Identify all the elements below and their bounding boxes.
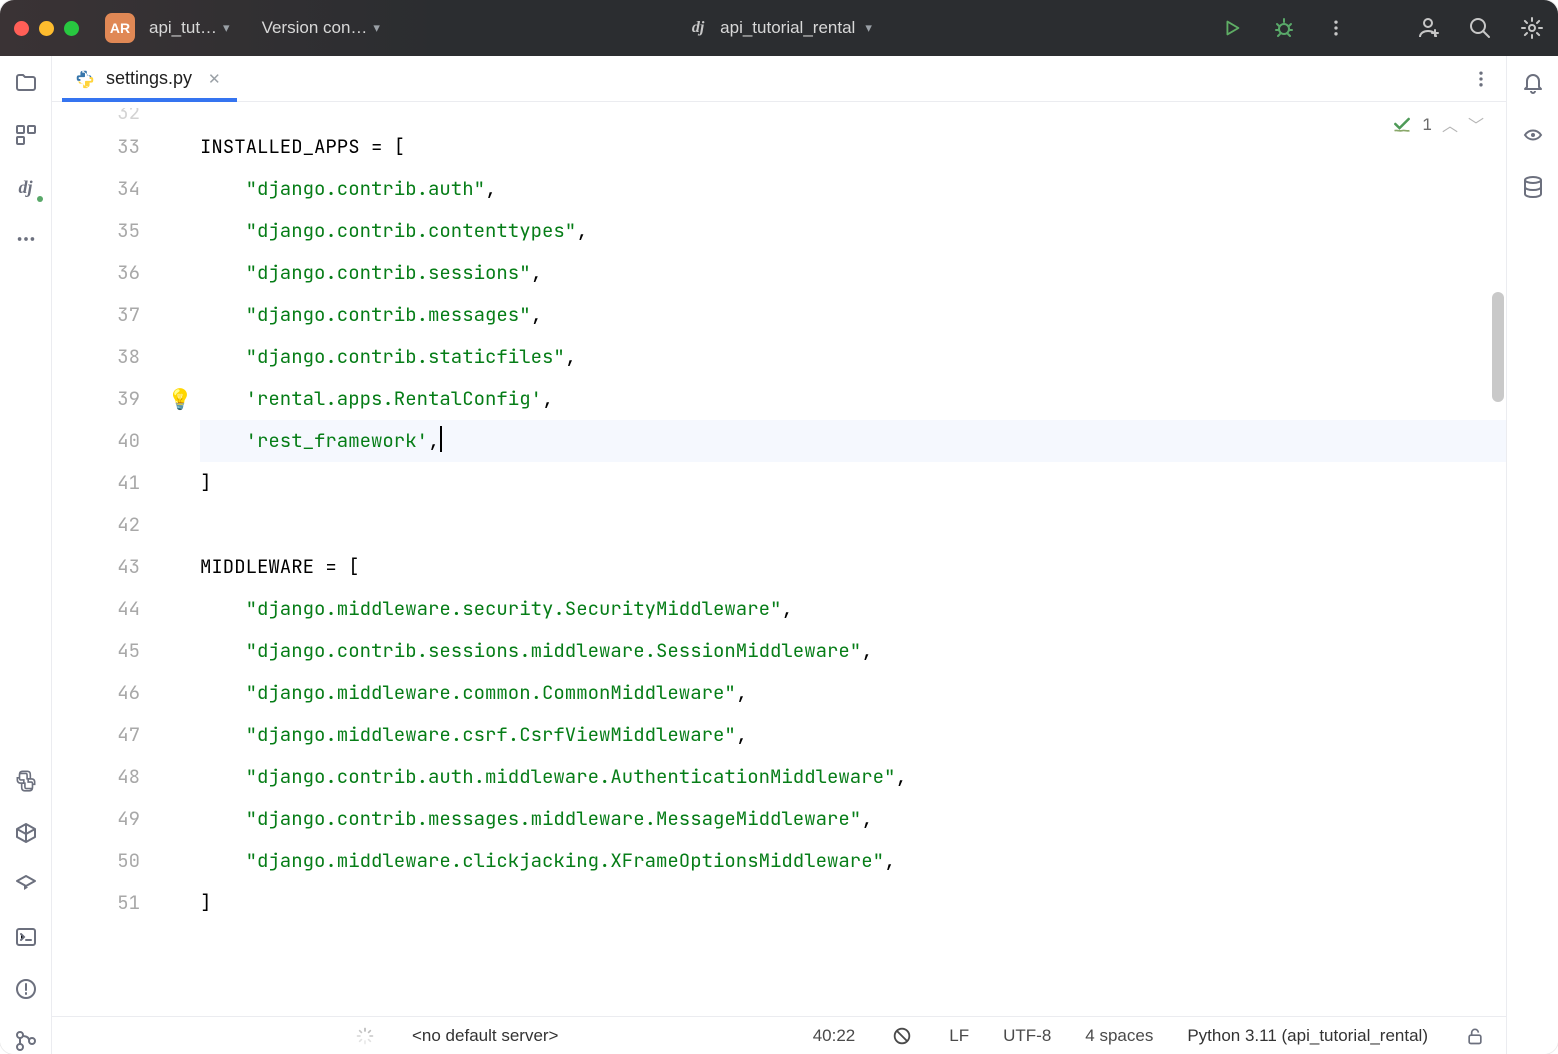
inspections-count: 1 xyxy=(1422,114,1432,135)
status-indent[interactable]: 4 spaces xyxy=(1085,1026,1153,1046)
tab-options-button[interactable] xyxy=(1468,66,1494,92)
code-content[interactable]: INSTALLED_APPS = [ "django.contrib.auth"… xyxy=(200,102,1506,1016)
window-controls xyxy=(14,21,79,36)
project-badge[interactable]: AR xyxy=(105,13,135,43)
chevron-down-icon: ▾ xyxy=(223,20,230,36)
settings-button[interactable] xyxy=(1520,16,1544,40)
python-console-button[interactable] xyxy=(13,768,39,794)
run-button[interactable] xyxy=(1220,16,1244,40)
notifications-button[interactable] xyxy=(1520,70,1546,96)
python-file-icon xyxy=(74,68,96,90)
python-packages-button[interactable] xyxy=(13,820,39,846)
next-highlight-button[interactable]: ﹀ xyxy=(1468,112,1484,136)
minimize-window-button[interactable] xyxy=(39,21,54,36)
tab-settings-py[interactable]: settings.py ✕ xyxy=(62,56,237,101)
background-tasks-icon[interactable] xyxy=(352,1023,378,1049)
database-tool-button[interactable] xyxy=(1520,174,1546,200)
intention-bulb-icon[interactable]: 💡 xyxy=(168,387,193,412)
lint-gutter: 💡 xyxy=(160,102,200,1016)
search-everywhere-button[interactable] xyxy=(1468,16,1492,40)
inspection-check-icon xyxy=(1392,114,1412,134)
toggle-soft-wrap-icon[interactable] xyxy=(889,1023,915,1049)
status-caret-position[interactable]: 40:22 xyxy=(813,1026,856,1046)
code-with-me-button[interactable] xyxy=(1416,16,1440,40)
project-name: api_tut… xyxy=(149,18,217,38)
vcs-tool-button[interactable] xyxy=(13,1028,39,1054)
status-line-separator[interactable]: LF xyxy=(949,1026,969,1046)
editor-tabs: settings.py ✕ xyxy=(52,56,1506,102)
status-server[interactable]: <no default server> xyxy=(412,1026,558,1046)
more-actions-button[interactable] xyxy=(1324,16,1348,40)
vertical-scrollbar[interactable] xyxy=(1492,102,1504,1016)
left-toolbar: dj xyxy=(0,56,52,1054)
readonly-lock-icon[interactable] xyxy=(1462,1023,1488,1049)
run-config-name: api_tutorial_rental xyxy=(720,18,855,38)
project-tool-button[interactable] xyxy=(13,70,39,96)
vcs-widget[interactable]: Version con… ▾ xyxy=(262,18,380,38)
structure-tool-button[interactable] xyxy=(13,122,39,148)
problems-tool-button[interactable] xyxy=(13,976,39,1002)
tab-label: settings.py xyxy=(106,68,192,89)
close-tab-button[interactable]: ✕ xyxy=(208,70,221,88)
chevron-down-icon: ▾ xyxy=(865,20,872,36)
prev-highlight-button[interactable]: ︿ xyxy=(1442,112,1458,136)
maximize-window-button[interactable] xyxy=(64,21,79,36)
status-encoding[interactable]: UTF-8 xyxy=(1003,1026,1051,1046)
terminal-tool-button[interactable] xyxy=(13,924,39,950)
code-editor[interactable]: 32 33 34 35 36 37 38 39 40 41 42 43 44 4… xyxy=(52,102,1506,1016)
status-bar: <no default server> 40:22 LF UTF-8 4 spa… xyxy=(52,1016,1506,1054)
inspections-widget[interactable]: 1 ︿ ﹀ xyxy=(1392,112,1484,136)
status-interpreter[interactable]: Python 3.11 (api_tutorial_rental) xyxy=(1187,1026,1428,1046)
scrollbar-thumb[interactable] xyxy=(1492,292,1504,402)
close-window-button[interactable] xyxy=(14,21,29,36)
services-tool-button[interactable] xyxy=(13,872,39,898)
run-config-selector[interactable]: dj api_tutorial_rental ▾ xyxy=(686,16,872,40)
vcs-label: Version con… xyxy=(262,18,368,38)
project-selector[interactable]: api_tut… ▾ xyxy=(149,18,230,38)
line-gutter: 32 33 34 35 36 37 38 39 40 41 42 43 44 4… xyxy=(52,102,160,1016)
ide-window: AR api_tut… ▾ Version con… ▾ dj api_tuto… xyxy=(0,0,1558,1054)
django-icon: dj xyxy=(686,16,710,40)
editor-area: settings.py ✕ 32 33 34 35 36 37 38 xyxy=(52,56,1506,1054)
more-tools-button[interactable] xyxy=(13,226,39,252)
django-tool-button[interactable]: dj xyxy=(13,174,39,200)
titlebar: AR api_tut… ▾ Version con… ▾ dj api_tuto… xyxy=(0,0,1558,56)
chevron-down-icon: ▾ xyxy=(373,20,380,36)
debug-button[interactable] xyxy=(1272,16,1296,40)
text-caret xyxy=(440,426,442,452)
right-toolbar xyxy=(1506,56,1558,1054)
ai-assistant-button[interactable] xyxy=(1520,122,1546,148)
